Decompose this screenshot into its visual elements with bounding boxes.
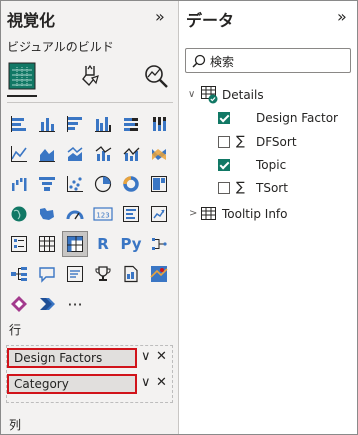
matrix-icon[interactable] bbox=[62, 231, 88, 257]
decomposition-tree-icon[interactable] bbox=[7, 262, 31, 286]
search-placeholder: 検索 bbox=[210, 55, 235, 69]
search-input[interactable]: 検索 bbox=[185, 48, 351, 73]
build-visual-tab[interactable] bbox=[7, 61, 37, 91]
funnel-chart-icon[interactable] bbox=[35, 172, 59, 196]
qna-icon[interactable] bbox=[35, 262, 59, 286]
checkbox-design-factor[interactable] bbox=[218, 112, 230, 124]
pie-chart-icon[interactable] bbox=[91, 172, 115, 196]
collapse-data-button[interactable]: » bbox=[337, 7, 347, 26]
clustered-column-chart-icon[interactable] bbox=[91, 112, 115, 136]
scatter-chart-icon[interactable] bbox=[63, 172, 87, 196]
field-tsort[interactable]: TSort bbox=[256, 181, 288, 195]
python-visual-icon[interactable]: Py bbox=[119, 232, 143, 256]
close-icon[interactable]: ✕ bbox=[156, 349, 167, 364]
chevron-down-icon[interactable]: ∨ bbox=[141, 349, 151, 364]
waterfall-chart-icon[interactable] bbox=[7, 172, 31, 196]
rows-well-label: 行 bbox=[9, 323, 22, 337]
close-icon[interactable]: ✕ bbox=[156, 375, 167, 390]
checkbox-dfsort[interactable] bbox=[218, 136, 230, 148]
stacked-bar-chart-icon[interactable] bbox=[7, 112, 31, 136]
columns-well-label: 列 bbox=[9, 418, 22, 432]
100pct-stacked-column-icon[interactable] bbox=[147, 112, 171, 136]
python-glyph: Py bbox=[120, 235, 142, 253]
build-grid-icon bbox=[8, 62, 36, 90]
checkbox-tsort[interactable] bbox=[218, 182, 230, 194]
stacked-column-chart-icon[interactable] bbox=[35, 112, 59, 136]
paginated-report-icon[interactable] bbox=[119, 262, 143, 286]
rows-field-category[interactable]: Category bbox=[7, 374, 137, 394]
line-and-stacked-column-icon[interactable] bbox=[91, 142, 115, 166]
multi-row-card-icon[interactable] bbox=[119, 202, 143, 226]
visualizations-title: 視覚化 bbox=[7, 11, 56, 30]
table-icon bbox=[201, 207, 216, 220]
viz-mode-tabs bbox=[7, 61, 173, 101]
stacked-area-chart-icon[interactable] bbox=[63, 142, 87, 166]
field-dfsort[interactable]: DFSort bbox=[256, 135, 297, 149]
kpi-icon[interactable] bbox=[147, 202, 171, 226]
data-pane-title: データ bbox=[186, 11, 235, 30]
table-name-details[interactable]: Details bbox=[222, 88, 264, 102]
checkbox-topic[interactable] bbox=[218, 159, 230, 171]
smart-narrative-icon[interactable] bbox=[63, 262, 87, 286]
gauge-icon[interactable] bbox=[63, 202, 87, 226]
power-apps-icon[interactable] bbox=[7, 292, 31, 316]
power-automate-icon[interactable] bbox=[35, 292, 59, 316]
azure-map-icon[interactable] bbox=[147, 262, 171, 286]
table-icon[interactable] bbox=[35, 232, 59, 256]
chevron-right-icon[interactable]: > bbox=[189, 208, 197, 219]
data-pane: データ » 検索 ∨ Details Design Factor ∑ DFSor… bbox=[180, 1, 357, 434]
line-chart-icon[interactable] bbox=[7, 142, 31, 166]
key-influencers-icon[interactable] bbox=[147, 232, 171, 256]
filled-map-icon[interactable] bbox=[35, 202, 59, 226]
sigma-icon: ∑ bbox=[236, 134, 245, 149]
treemap-icon[interactable] bbox=[147, 172, 171, 196]
chevron-down-icon[interactable]: ∨ bbox=[141, 375, 151, 390]
active-tab-indicator bbox=[7, 95, 37, 97]
table-name-tooltip-info[interactable]: Tooltip Info bbox=[222, 207, 288, 221]
collapse-visualizations-button[interactable]: » bbox=[155, 7, 165, 26]
map-globe-icon[interactable] bbox=[7, 202, 31, 226]
r-script-glyph: R bbox=[97, 235, 109, 253]
line-and-clustered-column-icon[interactable] bbox=[119, 142, 143, 166]
slicer-icon[interactable] bbox=[7, 232, 31, 256]
table-icon bbox=[201, 86, 218, 104]
format-paintbrush-icon bbox=[82, 64, 99, 87]
field-topic[interactable]: Topic bbox=[256, 158, 286, 172]
card-icon[interactable]: 123 bbox=[91, 202, 115, 226]
100pct-stacked-bar-icon[interactable] bbox=[119, 112, 143, 136]
r-script-visual-icon[interactable]: R bbox=[91, 232, 115, 256]
analytics-tab[interactable] bbox=[141, 61, 171, 91]
metrics-trophy-icon[interactable] bbox=[91, 262, 115, 286]
build-visual-heading: ビジュアルのビルド bbox=[7, 40, 114, 54]
clustered-bar-chart-icon[interactable] bbox=[63, 112, 87, 136]
more-visuals-icon[interactable]: ··· bbox=[63, 292, 87, 316]
analytics-magnifier-icon bbox=[145, 65, 168, 88]
ribbon-chart-icon[interactable] bbox=[147, 142, 171, 166]
svg-text:123: 123 bbox=[96, 212, 109, 220]
donut-chart-icon[interactable] bbox=[119, 172, 143, 196]
visualizations-pane: 視覚化 » ビジュアルのビルド 123 R Py ··· 行 Design Fa… bbox=[1, 1, 179, 434]
rows-field-design-factors[interactable]: Design Factors bbox=[7, 348, 137, 368]
chevron-down-icon[interactable]: ∨ bbox=[188, 89, 195, 100]
format-visual-tab[interactable] bbox=[75, 61, 105, 91]
area-chart-icon[interactable] bbox=[35, 142, 59, 166]
sigma-icon: ∑ bbox=[236, 180, 245, 195]
tabs-divider bbox=[7, 102, 173, 103]
field-design-factor[interactable]: Design Factor bbox=[256, 111, 338, 125]
search-icon bbox=[192, 54, 206, 68]
